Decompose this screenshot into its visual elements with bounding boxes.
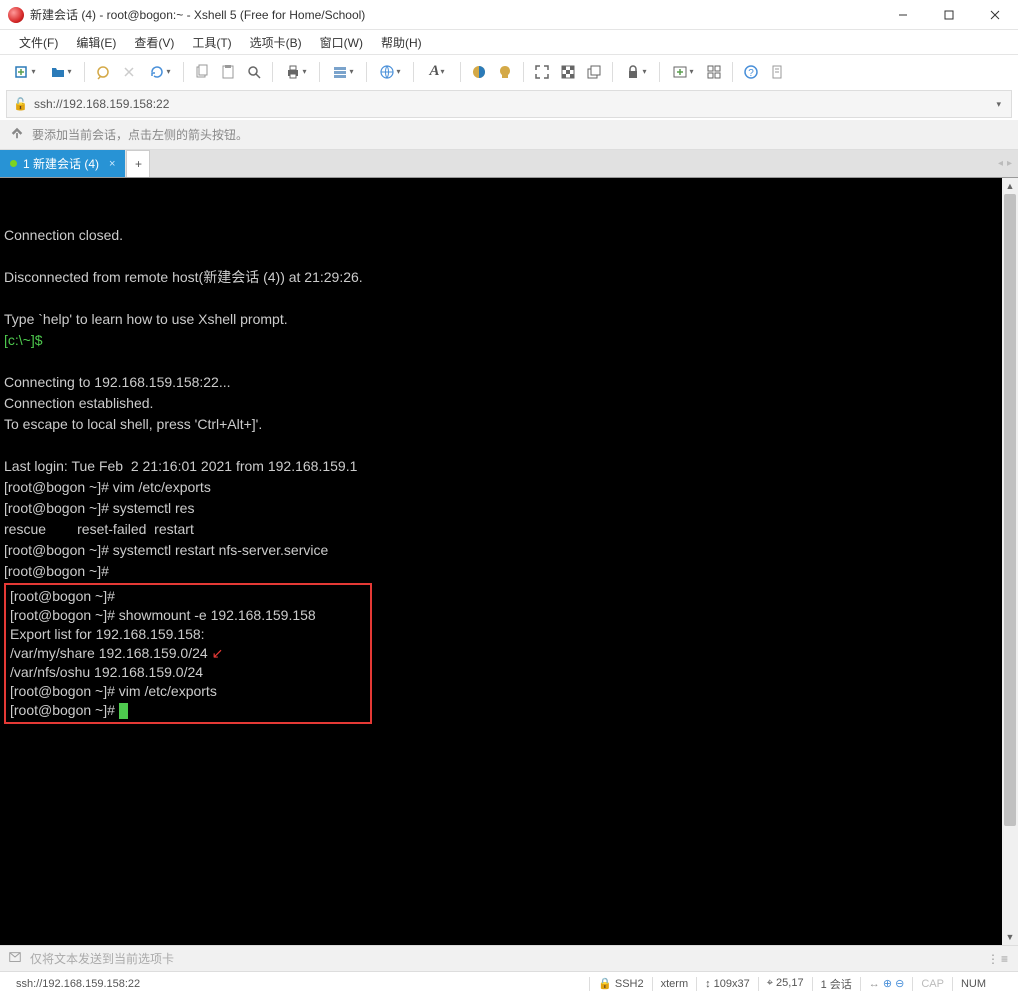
- reconnect-button[interactable]: ▾: [143, 60, 177, 84]
- highlight-box: [root@bogon ~]# [root@bogon ~]# showmoun…: [4, 583, 372, 724]
- connect-button[interactable]: [91, 60, 115, 84]
- terminal-cursor: [119, 703, 128, 719]
- compose-bar[interactable]: 仅将文本发送到当前选项卡 ⋮≡: [0, 945, 1018, 971]
- copy-button[interactable]: [190, 60, 214, 84]
- status-sessions: 1 会话: [813, 976, 860, 992]
- send-icon: [8, 950, 22, 967]
- separator: [413, 62, 414, 82]
- tab-nav: ◂ ▸: [992, 150, 1018, 177]
- scroll-down-icon[interactable]: ▼: [1002, 929, 1018, 945]
- pin-icon[interactable]: [10, 126, 24, 143]
- scroll-track[interactable]: [1002, 194, 1018, 929]
- new-session-button[interactable]: ▾: [8, 60, 42, 84]
- transfer-button[interactable]: ▾: [373, 60, 407, 84]
- maximize-button[interactable]: [926, 0, 972, 30]
- status-bar: ssh://192.168.159.158:22 🔒 SSH2 xterm ↕ …: [0, 971, 1018, 995]
- separator: [659, 62, 660, 82]
- status-links: ↔ ⊕ ⊖: [861, 977, 913, 990]
- separator: [523, 62, 524, 82]
- status-address: ssh://192.168.159.158:22: [8, 978, 148, 990]
- menu-help[interactable]: 帮助(H): [372, 31, 431, 54]
- compose-placeholder: 仅将文本发送到当前选项卡: [30, 950, 174, 967]
- minimize-button[interactable]: [880, 0, 926, 30]
- title-bar: 新建会话 (4) - root@bogon:~ - Xshell 5 (Free…: [0, 0, 1018, 30]
- font-button[interactable]: A▾: [420, 60, 454, 84]
- svg-text:?: ?: [748, 68, 754, 79]
- status-protocol: 🔒 SSH2: [590, 977, 652, 990]
- terminal-container: Connection closed. Disconnected from rem…: [0, 178, 1018, 945]
- lock-icon: 🔒: [598, 978, 612, 990]
- arrange-button[interactable]: [702, 60, 726, 84]
- fullscreen-button[interactable]: [530, 60, 554, 84]
- status-num: NUM: [953, 978, 994, 990]
- status-dot-icon: [10, 160, 17, 167]
- address-bar[interactable]: 🔓 ssh://192.168.159.158:22 ▾: [6, 90, 1012, 118]
- separator: [460, 62, 461, 82]
- tab-next-icon[interactable]: ▸: [1007, 158, 1012, 169]
- tab-bar: 1 新建会话 (4) × + ◂ ▸: [0, 150, 1018, 178]
- status-size: ↕ 109x37: [697, 978, 758, 990]
- address-text: ssh://192.168.159.158:22: [34, 97, 993, 111]
- color-scheme-button[interactable]: [467, 60, 491, 84]
- terminal-line: Connection closed. Disconnected from rem…: [4, 227, 363, 579]
- status-cursor-pos: ⌖ 25,17: [759, 977, 812, 990]
- separator: [272, 62, 273, 82]
- tab-label: 1 新建会话 (4): [23, 155, 99, 172]
- lock-icon: 🔓: [13, 97, 28, 111]
- separator: [319, 62, 320, 82]
- session-tab[interactable]: 1 新建会话 (4) ×: [0, 150, 125, 177]
- find-button[interactable]: [242, 60, 266, 84]
- window-controls: [880, 0, 1018, 30]
- menu-window[interactable]: 窗口(W): [311, 31, 372, 54]
- address-dropdown-icon[interactable]: ▾: [992, 99, 1005, 110]
- terminal[interactable]: Connection closed. Disconnected from rem…: [0, 178, 1002, 945]
- app-icon: [8, 7, 24, 23]
- tab-prev-icon[interactable]: ◂: [998, 158, 1003, 169]
- close-button[interactable]: [972, 0, 1018, 30]
- open-button[interactable]: ▾: [44, 60, 78, 84]
- scrollbar[interactable]: ▲ ▼: [1002, 178, 1018, 945]
- help-button[interactable]: ?: [739, 60, 763, 84]
- menu-file[interactable]: 文件(F): [10, 31, 67, 54]
- scroll-thumb[interactable]: [1004, 194, 1016, 826]
- properties-button[interactable]: ▾: [326, 60, 360, 84]
- ontop-button[interactable]: [582, 60, 606, 84]
- info-text: 要添加当前会话，点击左侧的箭头按钮。: [32, 126, 248, 143]
- separator: [612, 62, 613, 82]
- toolbar: ▾ ▾ ▾ ▾ ▾ ▾ A▾ ▾ ▾ ?: [0, 54, 1018, 88]
- menu-view[interactable]: 查看(V): [125, 31, 183, 54]
- separator: [84, 62, 85, 82]
- about-button[interactable]: [765, 60, 789, 84]
- separator: [366, 62, 367, 82]
- compose-menu-icon[interactable]: ⋮≡: [987, 952, 1010, 966]
- status-term: xterm: [653, 978, 697, 990]
- scroll-up-icon[interactable]: ▲: [1002, 178, 1018, 194]
- resize-grip-icon[interactable]: [994, 979, 1010, 989]
- print-button[interactable]: ▾: [279, 60, 313, 84]
- tab-close-icon[interactable]: ×: [109, 158, 115, 170]
- disconnect-button[interactable]: [117, 60, 141, 84]
- menu-edit[interactable]: 编辑(E): [67, 31, 125, 54]
- info-bar: 要添加当前会话，点击左侧的箭头按钮。: [0, 120, 1018, 150]
- paste-button[interactable]: [216, 60, 240, 84]
- status-cap: CAP: [913, 978, 952, 990]
- add-tab-button[interactable]: +: [126, 150, 150, 177]
- lock-button[interactable]: ▾: [619, 60, 653, 84]
- menu-tools[interactable]: 工具(T): [183, 31, 240, 54]
- window-title: 新建会话 (4) - root@bogon:~ - Xshell 5 (Free…: [30, 6, 880, 23]
- highlight-button[interactable]: [493, 60, 517, 84]
- menu-bar: 文件(F) 编辑(E) 查看(V) 工具(T) 选项卡(B) 窗口(W) 帮助(…: [0, 30, 1018, 54]
- separator: [732, 62, 733, 82]
- separator: [183, 62, 184, 82]
- new-tab-button[interactable]: ▾: [666, 60, 700, 84]
- menu-tab[interactable]: 选项卡(B): [241, 31, 311, 54]
- transparent-button[interactable]: [556, 60, 580, 84]
